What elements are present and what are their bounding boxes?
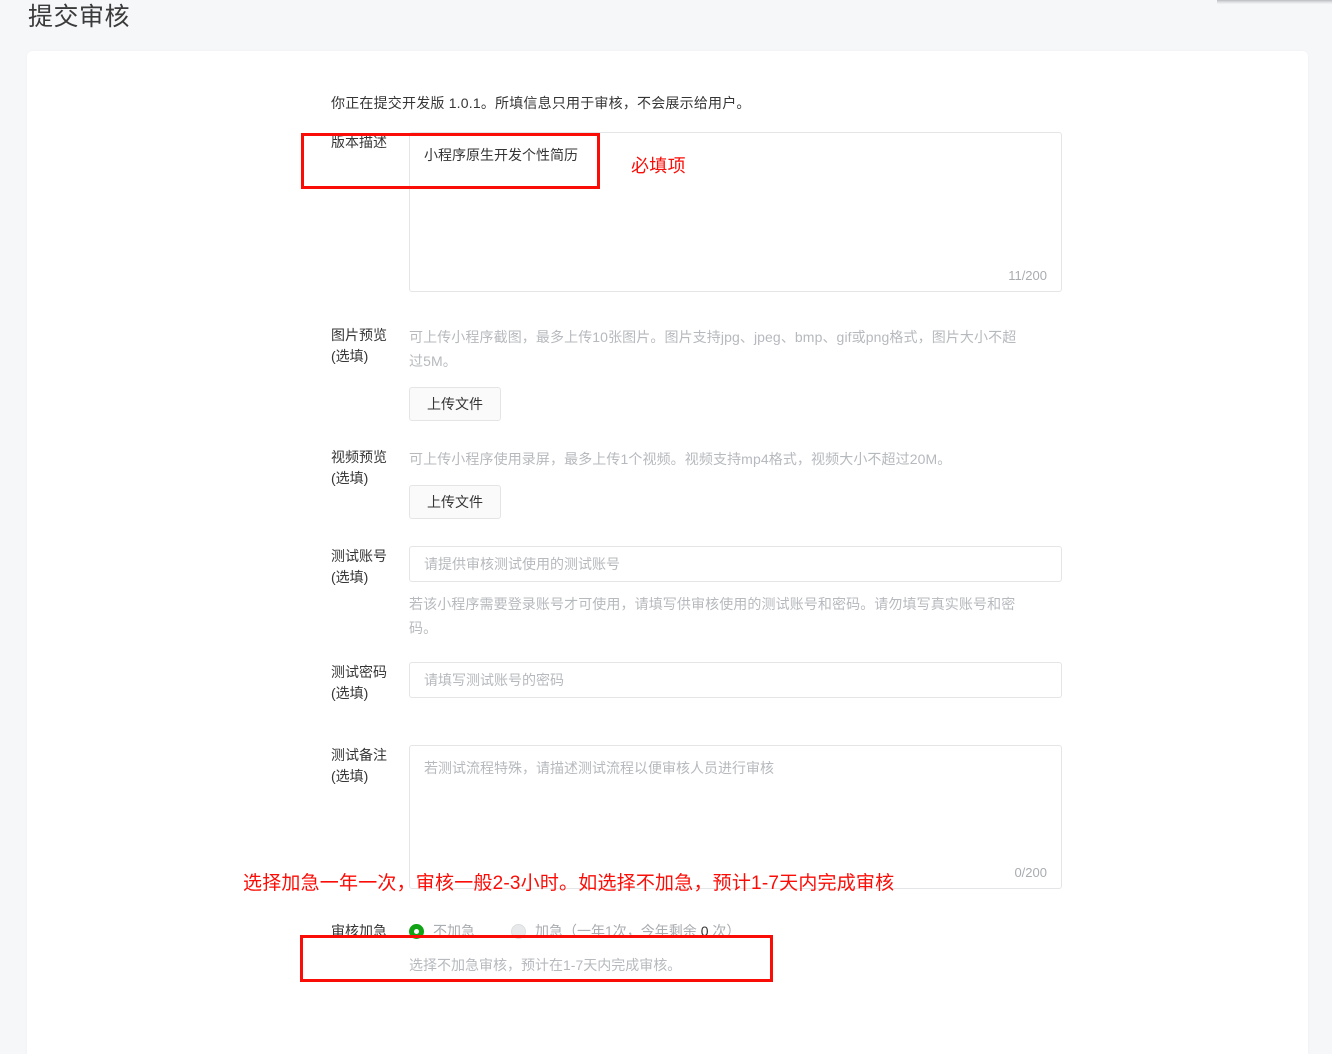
field-row-test-password: 测试密码 (选填) 请填写测试账号的密码 xyxy=(302,662,1062,704)
test-note-placeholder: 若测试流程特殊，请描述测试流程以便审核人员进行审核 xyxy=(424,760,774,776)
form-intro-text: 你正在提交开发版 1.0.1。所填信息只用于审核，不会展示给用户。 xyxy=(331,95,751,111)
test-password-input[interactable]: 请填写测试账号的密码 xyxy=(409,662,1062,698)
annotation-required-note: 必填项 xyxy=(631,156,686,176)
radio-option-normal[interactable]: 不加急 xyxy=(409,921,475,941)
submit-review-form: 你正在提交开发版 1.0.1。所填信息只用于审核，不会展示给用户。 版本描述 小… xyxy=(302,93,1062,976)
radio-option-urgent[interactable]: 加急（一年1次，今年剩余 0 次） xyxy=(511,921,740,941)
radio-selected-icon xyxy=(409,923,424,939)
test-account-field: 请提供审核测试使用的测试账号 若该小程序需要登录账号才可使用，请填写供审核使用的… xyxy=(409,546,1062,640)
field-row-image-preview: 图片预览 (选填) 可上传小程序截图，最多上传10张图片。图片支持jpg、jpe… xyxy=(302,325,1062,421)
test-account-input[interactable]: 请提供审核测试使用的测试账号 xyxy=(409,546,1062,582)
field-row-test-account: 测试账号 (选填) 请提供审核测试使用的测试账号 若该小程序需要登录账号才可使用… xyxy=(302,546,1062,640)
test-password-optional-tag: (选填) xyxy=(331,685,369,701)
test-account-hint: 若该小程序需要登录账号才可使用，请填写供审核使用的测试账号和密码。请勿填写真实账… xyxy=(409,596,1016,636)
field-row-urgent-review: 审核加急 不加急 加急（一年1次，今年剩余 0 次） 选择不加急审核，预计在1-… xyxy=(302,921,1062,976)
video-preview-label: 视频预览 (选填) xyxy=(302,447,409,519)
radio-option-urgent-text: 加急（一年1次，今年剩余 xyxy=(535,923,701,939)
test-note-label-text: 测试备注 xyxy=(331,747,387,763)
test-account-label-text: 测试账号 xyxy=(331,548,387,564)
image-preview-hint: 可上传小程序截图，最多上传10张图片。图片支持jpg、jpeg、bmp、gif或… xyxy=(409,329,1017,369)
page-title: 提交审核 xyxy=(28,3,131,31)
test-password-label: 测试密码 (选填) xyxy=(302,662,409,704)
video-preview-label-text: 视频预览 xyxy=(331,449,387,465)
radio-option-urgent-label: 加急（一年1次，今年剩余 0 次） xyxy=(535,921,740,941)
video-preview-field: 可上传小程序使用录屏，最多上传1个视频。视频支持mp4格式，视频大小不超过20M… xyxy=(409,447,1062,519)
submit-review-card: 你正在提交开发版 1.0.1。所填信息只用于审核，不会展示给用户。 版本描述 小… xyxy=(27,51,1308,1054)
test-account-optional-tag: (选填) xyxy=(331,569,369,585)
test-account-label: 测试账号 (选填) xyxy=(302,546,409,640)
image-preview-field: 可上传小程序截图，最多上传10张图片。图片支持jpg、jpeg、bmp、gif或… xyxy=(409,325,1062,421)
test-note-optional-tag: (选填) xyxy=(331,768,369,784)
image-preview-optional-tag: (选填) xyxy=(331,348,369,364)
image-preview-label-text: 图片预览 xyxy=(331,327,387,343)
radio-option-normal-label: 不加急 xyxy=(433,923,475,939)
image-preview-label: 图片预览 (选填) xyxy=(302,325,409,421)
version-description-counter: 11/200 xyxy=(1008,268,1047,283)
test-password-label-text: 测试密码 xyxy=(331,664,387,680)
version-description-textarea[interactable]: 小程序原生开发个性简历 11/200 xyxy=(409,132,1062,292)
test-note-counter: 0/200 xyxy=(1014,865,1047,880)
urgent-review-note: 选择不加急审核，预计在1-7天内完成审核。 xyxy=(409,957,682,973)
image-upload-button[interactable]: 上传文件 xyxy=(409,387,501,421)
video-upload-button[interactable]: 上传文件 xyxy=(409,485,501,519)
top-edge-artifact xyxy=(1217,0,1332,4)
annotation-urgent-note: 选择加急一年一次，审核一般2-3小时。如选择不加急，预计1-7天内完成审核 xyxy=(243,873,895,894)
version-description-field: 小程序原生开发个性简历 11/200 xyxy=(409,132,1062,292)
version-description-label: 版本描述 xyxy=(331,134,387,150)
version-description-value: 小程序原生开发个性简历 xyxy=(424,147,578,163)
test-password-field: 请填写测试账号的密码 xyxy=(409,662,1062,704)
field-row-video-preview: 视频预览 (选填) 可上传小程序使用录屏，最多上传1个视频。视频支持mp4格式，… xyxy=(302,447,1062,519)
video-preview-hint: 可上传小程序使用录屏，最多上传1个视频。视频支持mp4格式，视频大小不超过20M… xyxy=(409,451,952,467)
urgent-review-radio-group: 不加急 加急（一年1次，今年剩余 0 次） xyxy=(409,921,1062,941)
radio-option-urgent-suffix: 次） xyxy=(708,923,741,939)
video-preview-optional-tag: (选填) xyxy=(331,470,369,486)
radio-unselected-icon xyxy=(511,923,526,939)
urgent-review-field: 不加急 加急（一年1次，今年剩余 0 次） 选择不加急审核，预计在1-7天内完成… xyxy=(409,921,1062,976)
urgent-review-label: 审核加急 xyxy=(331,923,387,939)
